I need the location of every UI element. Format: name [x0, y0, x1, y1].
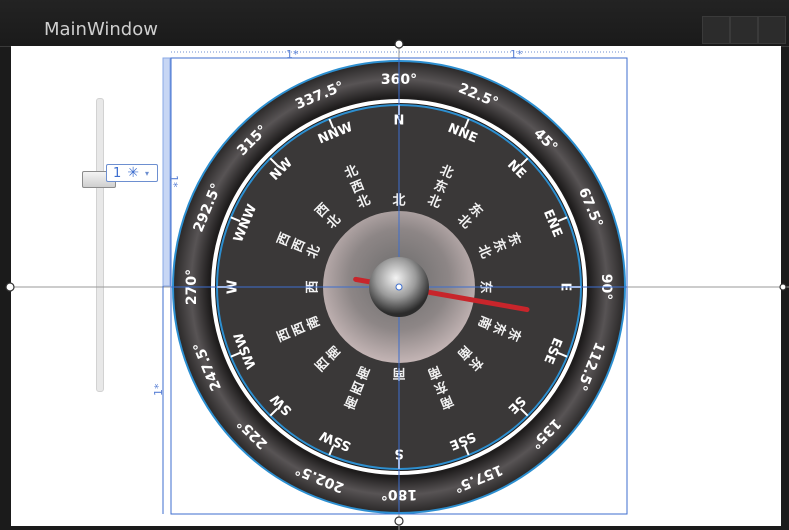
right-adorner-icon[interactable]: [779, 283, 787, 291]
column-star-left[interactable]: 1*: [286, 48, 299, 61]
left-adorner-icon[interactable]: [5, 282, 15, 292]
column-star-right[interactable]: 1*: [510, 48, 523, 61]
bottom-adorner-icon[interactable]: [394, 516, 404, 526]
row-star-top[interactable]: 1*: [167, 175, 180, 188]
row-header-band[interactable]: [162, 57, 171, 287]
top-adorner-icon[interactable]: [394, 39, 404, 49]
center-pivot: [395, 283, 403, 291]
row-star-bottom[interactable]: 1*: [152, 383, 165, 396]
compass-svg: 360°22.5°45°67.5°90°112.5°135°157.5°180°…: [5, 39, 789, 530]
